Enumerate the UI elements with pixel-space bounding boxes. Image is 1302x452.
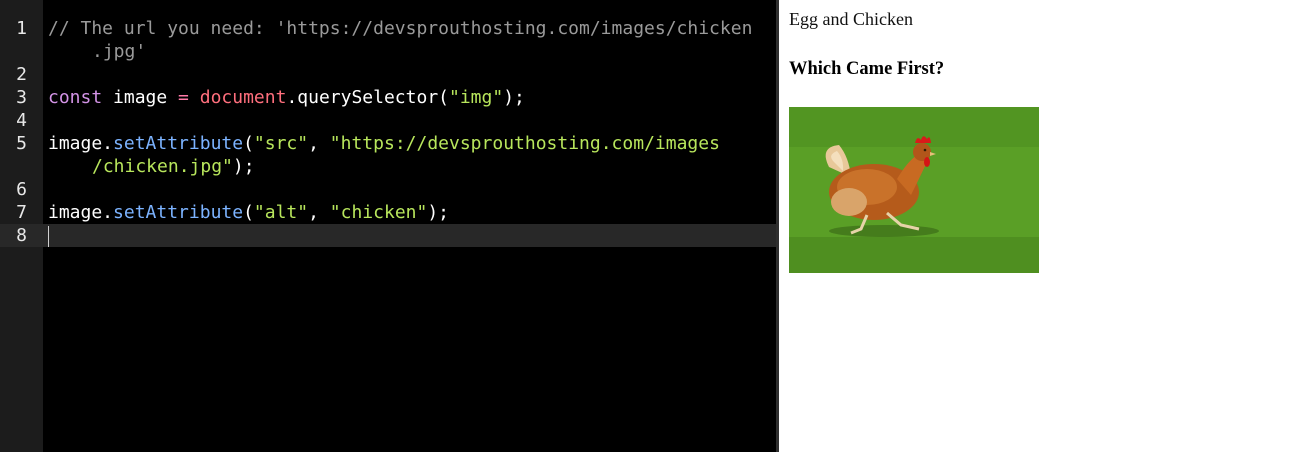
line-number: 2 <box>16 64 27 85</box>
code-token: "chicken" <box>329 202 428 223</box>
line-number: 1 <box>16 18 27 39</box>
code-line[interactable]: 6 <box>0 178 776 201</box>
code-token: setAttribute <box>113 133 244 154</box>
preview-pane: Egg and Chicken Which Came First? <box>779 0 1302 452</box>
code-line[interactable]: 1 // The url you need: 'https://devsprout… <box>0 17 776 63</box>
code-lines[interactable]: 1 // The url you need: 'https://devsprout… <box>0 17 776 247</box>
code-token: const <box>48 87 103 108</box>
code-token: // The url you need: 'https://devsprouth… <box>48 18 753 39</box>
code-token: .jpg' <box>92 41 147 62</box>
chicken-illustration <box>789 107 1039 273</box>
code-text: // The url you need: 'https://devsprouth… <box>48 17 776 63</box>
code-token: /chicken.jpg" <box>92 156 233 177</box>
wrapped-continuation: .jpg' <box>48 40 776 63</box>
code-line[interactable]: 4 <box>0 109 776 132</box>
chicken-image <box>789 107 1039 273</box>
code-token: "src" <box>253 133 309 154</box>
code-token: ( <box>243 202 254 223</box>
line-number: 7 <box>16 202 27 223</box>
code-text: const image = document.querySelector("im… <box>48 86 776 109</box>
code-token: ); <box>232 156 255 177</box>
text-caret <box>48 225 49 247</box>
preview-title-text: Egg and Chicken <box>789 9 913 29</box>
line-number: 3 <box>16 87 27 108</box>
preview-heading: Which Came First? <box>789 59 945 79</box>
code-token: = <box>178 87 189 108</box>
line-number: 4 <box>16 110 27 131</box>
line-number: 8 <box>16 225 27 246</box>
code-text: image.setAttribute("src", "https://devsp… <box>48 132 776 178</box>
code-token: ( <box>243 133 254 154</box>
code-line[interactable]: 7 image.setAttribute("alt", "chicken"); <box>0 201 776 224</box>
code-line[interactable]: 3 const image = document.querySelector("i… <box>0 86 776 109</box>
code-text <box>48 224 776 247</box>
line-number: 5 <box>16 133 27 154</box>
code-token: ); <box>503 87 525 108</box>
code-token: document <box>199 87 287 108</box>
code-token: "https://devsprouthosting.com/images <box>329 133 720 154</box>
code-token: setAttribute <box>113 202 244 223</box>
code-line[interactable]: 5 image.setAttribute("src", "https://devs… <box>0 132 776 178</box>
code-token: "img" <box>449 87 504 108</box>
code-token: image. <box>48 202 114 223</box>
code-token: "alt" <box>253 202 309 223</box>
code-line[interactable]: 2 <box>0 63 776 86</box>
code-line[interactable]: 8 <box>0 224 776 247</box>
code-token: ); <box>427 202 450 223</box>
code-token: , <box>308 202 330 223</box>
wrapped-continuation: /chicken.jpg"); <box>48 155 776 178</box>
line-number: 6 <box>16 179 27 200</box>
code-token: image <box>102 87 179 108</box>
code-editor[interactable]: 1 // The url you need: 'https://devsprout… <box>0 0 776 452</box>
code-text: image.setAttribute("alt", "chicken"); <box>48 201 776 224</box>
code-token: image. <box>48 133 114 154</box>
code-token: .querySelector( <box>286 87 449 108</box>
code-token: , <box>308 133 330 154</box>
